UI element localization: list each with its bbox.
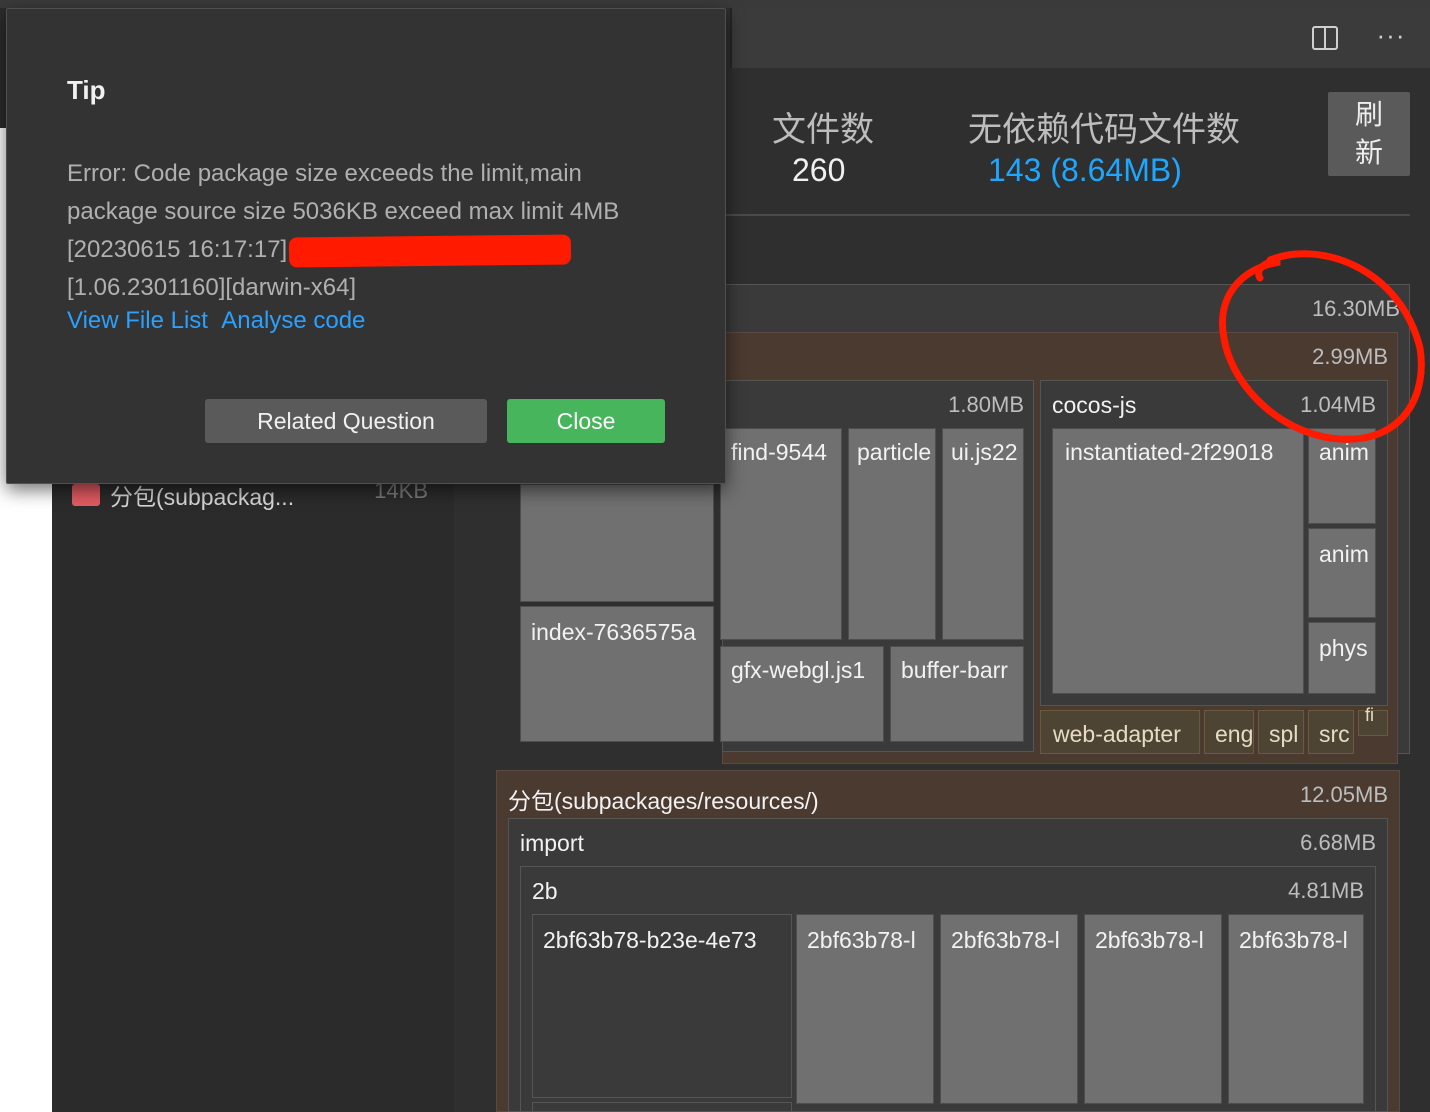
view-file-list-link[interactable]: View File List [67, 307, 208, 334]
group1-size: 1.80MB [948, 392, 1024, 417]
error-timestamp: [20230615 16:17:17] [67, 236, 288, 263]
import-size: 6.68MB [1300, 830, 1376, 855]
tile-2bf-4[interactable]: 2bf63b78-l [1084, 914, 1222, 1104]
tile-index[interactable]: index-7636575a [520, 606, 714, 742]
tile-2bf-5[interactable]: 2bf63b78-l [1228, 914, 1364, 1104]
tile-gfx[interactable]: gfx-webgl.js1 [720, 646, 884, 742]
annotation-circle [1219, 250, 1425, 443]
tile-2bf-3[interactable]: 2bf63b78-l [940, 914, 1078, 1104]
subpackage-size: 12.05MB [1299, 782, 1388, 807]
tile-uijs[interactable]: ui.js22 [942, 428, 1024, 640]
2b-size: 4.81MB [1288, 878, 1364, 903]
dialog-message: Error: Code package size exceeds the lim… [67, 155, 687, 307]
tile-find[interactable]: find-9544 [720, 428, 842, 640]
no-dep-value[interactable]: 143 (8.64MB) [988, 152, 1182, 189]
import-label: import [520, 830, 584, 856]
tile-anim-2[interactable]: anim [1308, 528, 1376, 618]
2b-label: 2b [532, 878, 558, 904]
more-icon[interactable]: ··· [1374, 22, 1408, 52]
file-count-label: 文件数 [772, 111, 874, 149]
tile-2bf-1[interactable]: 2bf63b78-b23e-4e73 [532, 914, 792, 1098]
redaction-mark [289, 234, 572, 268]
tile-web-adapter[interactable]: web-adapter [1040, 710, 1200, 754]
related-question-button[interactable]: Related Question [205, 399, 487, 443]
folder-icon [72, 479, 100, 506]
divider [726, 214, 1410, 216]
split-editor-icon[interactable] [1312, 26, 1338, 50]
error-line-2: package source size 5036KB exceed max li… [67, 198, 620, 225]
subpackage-label: 分包(subpackages/resources/) [508, 788, 819, 814]
tile-buffer[interactable]: buffer-barr [890, 646, 1024, 742]
tile-fi[interactable]: fi [1358, 705, 1388, 736]
dialog-title: Tip [67, 75, 106, 105]
tile-phys[interactable]: phys [1308, 622, 1376, 694]
tile-unnamed[interactable] [520, 484, 714, 602]
tile-2bf-2[interactable]: 2bf63b78-l [796, 914, 934, 1104]
cocos-label: cocos-js [1052, 392, 1137, 418]
no-dep-label: 无依赖代码文件数 [968, 111, 1240, 149]
window-top-strip [0, 0, 1430, 8]
error-version: [1.06.2301160][darwin-x64] [67, 274, 357, 301]
tile-particle[interactable]: particle [848, 428, 936, 640]
tile-instantiated[interactable]: instantiated-2f29018 [1052, 428, 1304, 694]
analyse-code-link[interactable]: Analyse code [221, 307, 365, 334]
error-line-1: Error: Code package size exceeds the lim… [67, 160, 582, 187]
dialog-links: View File List Analyse code [67, 307, 373, 335]
tile-2bf-6[interactable] [532, 1102, 792, 1112]
tile-eng[interactable]: eng [1204, 710, 1254, 754]
close-button[interactable]: Close [507, 399, 665, 443]
tile-spl[interactable]: spl [1258, 710, 1304, 754]
tile-src[interactable]: src [1308, 710, 1354, 754]
refresh-button[interactable]: 刷新 [1328, 92, 1410, 176]
tip-dialog: Tip Error: Code package size exceeds the… [6, 8, 726, 484]
file-count-value: 260 [792, 152, 846, 188]
